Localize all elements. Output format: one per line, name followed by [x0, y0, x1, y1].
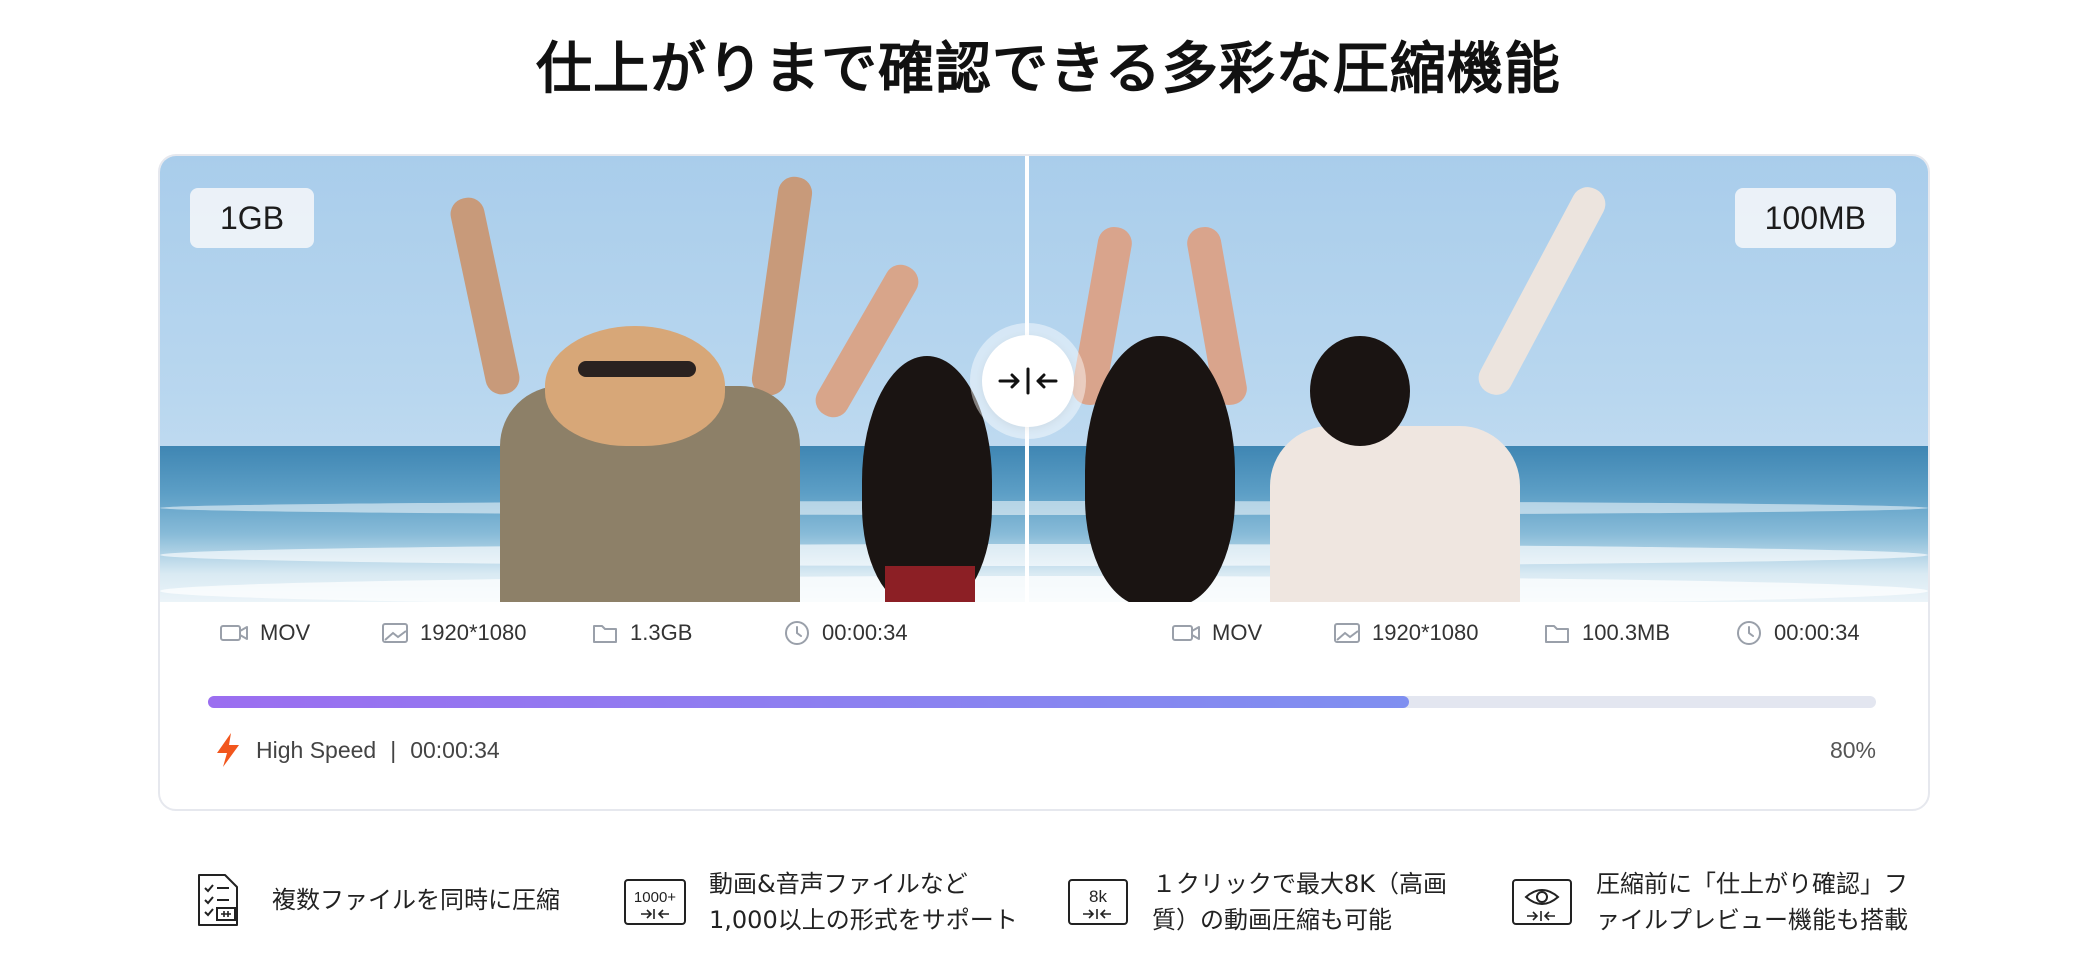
compress-arrows-icon [998, 367, 1058, 395]
elapsed-time: 00:00:34 [410, 736, 500, 763]
before-size-badge: 1GB [190, 188, 315, 248]
after-resolution: 1920*1080 [1334, 620, 1478, 646]
video-camera-icon [1172, 625, 1200, 641]
after-size-label: 100.3MB [1582, 620, 1671, 645]
after-format-label: MOV [1212, 620, 1263, 645]
after-duration: 00:00:34 [1736, 620, 1860, 646]
clock-icon [1737, 621, 1761, 645]
video-camera-icon [220, 625, 248, 641]
speed-separator: | [390, 736, 397, 763]
image-icon [382, 623, 408, 643]
image-icon [1334, 623, 1360, 643]
page-title: 仕上がりまで確認できる多彩な圧縮機能 [536, 37, 1561, 102]
feature-4-line-2: ァイルプレビュー機能も搭載 [1596, 906, 1908, 934]
speed-status: High Speed | 00:00:34 [214, 728, 500, 772]
feature-2-line-1: 動画&音声ファイルなど [709, 870, 968, 898]
1000-plus-icon: 1000+ [624, 879, 686, 925]
feature-4-line-1: 圧縮前に「仕上がり確認」フ [1596, 870, 1908, 898]
progress-percent: 80% [1829, 737, 1876, 763]
after-resolution-label: 1920*1080 [1372, 620, 1479, 645]
svg-text:1000+: 1000+ [634, 889, 676, 906]
before-size-label: 1.3GB [630, 620, 693, 645]
before-duration: 00:00:34 [784, 620, 908, 646]
before-format: MOV [220, 620, 310, 646]
clock-icon [785, 621, 809, 645]
compression-progress-fill [208, 696, 1409, 708]
folder-icon [1545, 625, 1569, 643]
speed-mode-label: High Speed [256, 736, 377, 763]
compression-preview-card: 1GB 100MB MOV 1920*1080 1.3GB 00:00:34 M… [158, 154, 1930, 811]
after-duration-label: 00:00:34 [1774, 620, 1860, 645]
feature-3-line-2: 質）の動画圧縮も可能 [1152, 906, 1392, 934]
before-format-label: MOV [260, 620, 311, 645]
before-after-preview-image: 1GB 100MB [160, 156, 1928, 602]
after-format: MOV [1172, 620, 1262, 646]
folder-icon [593, 625, 617, 643]
before-resolution: 1920*1080 [382, 620, 526, 646]
feature-preview: 圧縮前に「仕上がり確認」フ ァイルプレビュー機能も搭載 [1510, 866, 1908, 938]
lightning-icon [217, 733, 239, 767]
svg-text:8k: 8k [1089, 887, 1107, 906]
feature-8k-compress: 8k １クリックで最大8K（高画 質）の動画圧縮も可能 [1066, 866, 1447, 938]
compare-slider-handle[interactable] [982, 335, 1074, 427]
feature-1-line-1: 複数ファイルを同時に圧縮 [272, 886, 560, 914]
before-duration-label: 00:00:34 [822, 620, 908, 645]
compression-progress-bar [208, 696, 1876, 708]
feature-3-line-1: １クリックで最大8K（高画 [1152, 870, 1448, 898]
feature-2-line-2: 1,000以上の形式をサポート [709, 906, 1018, 934]
eye-preview-icon [1512, 879, 1572, 925]
feature-format-support: 1000+ 動画&音声ファイルなど 1,000以上の形式をサポート [623, 866, 1018, 938]
feature-batch-compress: 複数ファイルを同時に圧縮 [186, 874, 560, 926]
after-size: 100.3MB [1544, 620, 1670, 646]
8k-icon: 8k [1068, 879, 1128, 925]
before-resolution-label: 1920*1080 [420, 620, 527, 645]
file-list-icon [198, 874, 238, 926]
before-size: 1.3GB [592, 620, 692, 646]
after-size-badge: 100MB [1734, 188, 1896, 248]
